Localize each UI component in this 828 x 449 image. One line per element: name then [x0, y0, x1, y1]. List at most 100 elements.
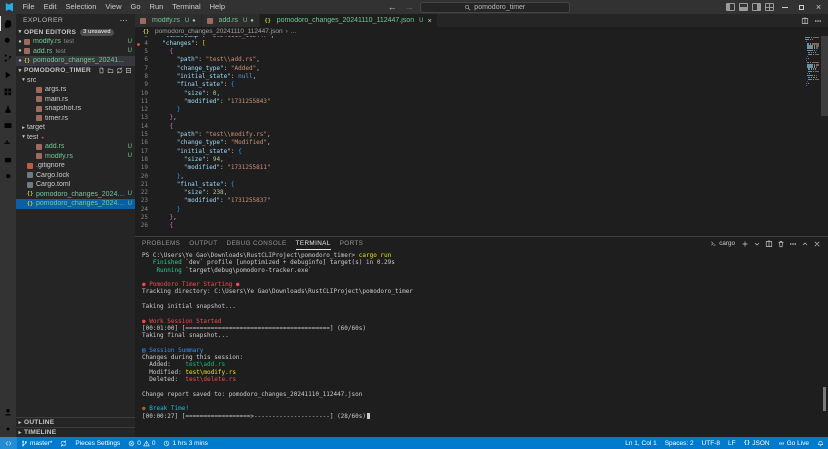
status-sync[interactable] — [56, 437, 71, 449]
status-notifications[interactable] — [813, 437, 828, 449]
activity-settings-icon[interactable] — [0, 420, 16, 437]
panel-tab-terminal[interactable]: TERMINAL — [296, 237, 331, 250]
menu-file[interactable]: File — [18, 0, 39, 14]
close-tab-icon[interactable]: × — [427, 16, 431, 25]
file-snapshot.rs[interactable]: snapshot.rs — [16, 104, 135, 114]
status-indentation[interactable]: Spaces: 2 — [661, 437, 698, 449]
split-icon[interactable] — [765, 240, 773, 248]
activity-search-icon[interactable] — [0, 32, 16, 49]
refresh-icon[interactable] — [116, 67, 123, 74]
open-editors-header[interactable]: ▾ OPEN EDITORS 3 unsaved — [16, 27, 135, 37]
activity-account-icon[interactable] — [0, 403, 16, 420]
more-actions-icon[interactable] — [814, 17, 822, 25]
timeline-header[interactable]: ▸ TIMELINE — [16, 427, 135, 437]
activity-copilot-icon[interactable] — [0, 151, 16, 168]
menu-go[interactable]: Go — [126, 0, 145, 14]
file-Cargo.toml[interactable]: Cargo.toml — [16, 180, 135, 190]
file-pomodoro_changes_20241110_1...[interactable]: {}pomodoro_changes_20241110_1...U — [16, 199, 135, 209]
collapse-all-icon[interactable] — [125, 67, 132, 74]
toggle-secondary-sidebar-icon[interactable] — [752, 3, 761, 11]
panel-tab-output[interactable]: OUTPUT — [189, 237, 217, 250]
file-add.rs[interactable]: add.rsU — [16, 142, 135, 152]
breadcrumb[interactable]: {} pomodoro_changes_20241110_112447.json… — [135, 27, 828, 36]
new-folder-icon[interactable] — [107, 67, 114, 74]
breakpoint-dot[interactable] — [137, 43, 140, 46]
activity-docker-icon[interactable] — [0, 134, 16, 151]
status-time-tracker[interactable]: 1 hrs 3 mins — [159, 437, 211, 449]
editor-scrollbar[interactable] — [821, 36, 828, 116]
file-Cargo.lock[interactable]: Cargo.lock — [16, 171, 135, 181]
workspace-header[interactable]: ▾ POMODORO_TIMER — [16, 66, 135, 76]
activity-remote-explorer-icon[interactable] — [0, 117, 16, 134]
file-timer.rs[interactable]: timer.rs — [16, 114, 135, 124]
status-language-mode[interactable]: {}JSON — [740, 437, 774, 449]
terminal-output[interactable]: PS C:\Users\Ye Gao\Downloads\RustCLIProj… — [135, 250, 828, 437]
split-editor-icon[interactable] — [801, 17, 809, 25]
code-editor[interactable]: 3 "timestamp": "20241110_112447",4 "chan… — [135, 36, 828, 236]
terminal-instance[interactable]: cargo — [710, 240, 735, 247]
kill-icon[interactable] — [777, 240, 785, 248]
tab-pomodoro_changes_20241110_112447.json[interactable]: {}pomodoro_changes_20241110_112447.jsonU… — [260, 14, 438, 27]
activity-testing-icon[interactable] — [0, 100, 16, 117]
maximize-icon[interactable] — [801, 240, 809, 248]
more-actions-icon[interactable]: ⋯ — [120, 16, 128, 25]
status-encoding[interactable]: UTF-8 — [698, 437, 724, 449]
new-terminal-icon[interactable] — [741, 240, 749, 248]
open-editor-add.rs[interactable]: ●add.rstestU — [16, 47, 135, 57]
open-editor-pomodoro_changes_20241...[interactable]: ●{}pomodoro_changes_20241... — [16, 56, 135, 66]
panel-tab-problems[interactable]: PROBLEMS — [142, 237, 180, 250]
tab-modify.rs[interactable]: modify.rsU● — [135, 14, 202, 27]
dirty-dot-icon[interactable]: ● — [16, 48, 24, 54]
activity-explorer-icon[interactable] — [0, 15, 16, 32]
back-arrow-icon[interactable]: ← — [386, 2, 399, 12]
dropdown-icon[interactable] — [753, 240, 761, 248]
new-file-icon[interactable] — [98, 67, 105, 74]
panel-tab-ports[interactable]: PORTS — [340, 237, 364, 250]
folder-src[interactable]: ▾src — [16, 76, 135, 86]
close-icon[interactable] — [813, 240, 821, 248]
dirty-dot-icon[interactable]: ● — [192, 18, 195, 24]
activity-extensions-icon[interactable] — [0, 83, 16, 100]
status-remote[interactable] — [0, 437, 17, 449]
menu-edit[interactable]: Edit — [39, 0, 61, 14]
panel-tab-debug-console[interactable]: DEBUG CONSOLE — [227, 237, 287, 250]
activity-run-debug-icon[interactable] — [0, 66, 16, 83]
toggle-panel-icon[interactable] — [739, 3, 748, 11]
terminal-line — [142, 398, 828, 405]
search-box[interactable]: pomodoro_timer — [420, 2, 570, 13]
status-git-branch[interactable]: master* — [17, 437, 56, 449]
open-editor-modify.rs[interactable]: ●modify.rstestU — [16, 37, 135, 47]
forward-arrow-icon[interactable]: → — [403, 2, 416, 12]
activity-pieces-icon[interactable] — [0, 168, 16, 185]
activity-source-control-icon[interactable] — [0, 49, 16, 66]
file-main.rs[interactable]: main.rs — [16, 95, 135, 105]
outline-header[interactable]: ▸ OUTLINE — [16, 417, 135, 427]
terminal-scrollbar[interactable] — [823, 387, 826, 411]
close-window-button[interactable]: × — [812, 0, 825, 14]
file-.gitignore[interactable]: .gitignore — [16, 161, 135, 171]
toggle-sidebar-icon[interactable] — [726, 3, 735, 11]
maximize-button[interactable] — [795, 0, 808, 14]
menu-view[interactable]: View — [101, 0, 126, 14]
dirty-dot-icon[interactable]: ● — [250, 18, 253, 24]
customize-layout-icon[interactable] — [765, 3, 774, 11]
file-args.rs[interactable]: args.rs — [16, 85, 135, 95]
folder-target[interactable]: ▸target — [16, 123, 135, 133]
menu-help[interactable]: Help — [205, 0, 229, 14]
tab-add.rs[interactable]: add.rsU● — [202, 14, 260, 27]
minimize-button[interactable] — [778, 0, 791, 14]
status-problems[interactable]: 00 — [124, 437, 159, 449]
more-icon[interactable] — [789, 240, 797, 248]
dirty-dot-icon[interactable]: ● — [16, 39, 24, 45]
folder-test[interactable]: ▾test● — [16, 133, 135, 143]
status-go-live[interactable]: Go Live — [774, 437, 813, 449]
status-eol[interactable]: LF — [724, 437, 740, 449]
status-cursor-position[interactable]: Ln 1, Col 1 — [621, 437, 660, 449]
file-pomodoro_changes_20241110_1...[interactable]: {}pomodoro_changes_20241110_1...U — [16, 190, 135, 200]
status-pieces-settings[interactable]: Pieces Settings — [71, 437, 124, 449]
menu-selection[interactable]: Selection — [61, 0, 101, 14]
menu-terminal[interactable]: Terminal — [168, 0, 205, 14]
menu-run[interactable]: Run — [145, 0, 168, 14]
minimap[interactable] — [804, 37, 819, 236]
file-modify.rs[interactable]: modify.rsU — [16, 152, 135, 162]
